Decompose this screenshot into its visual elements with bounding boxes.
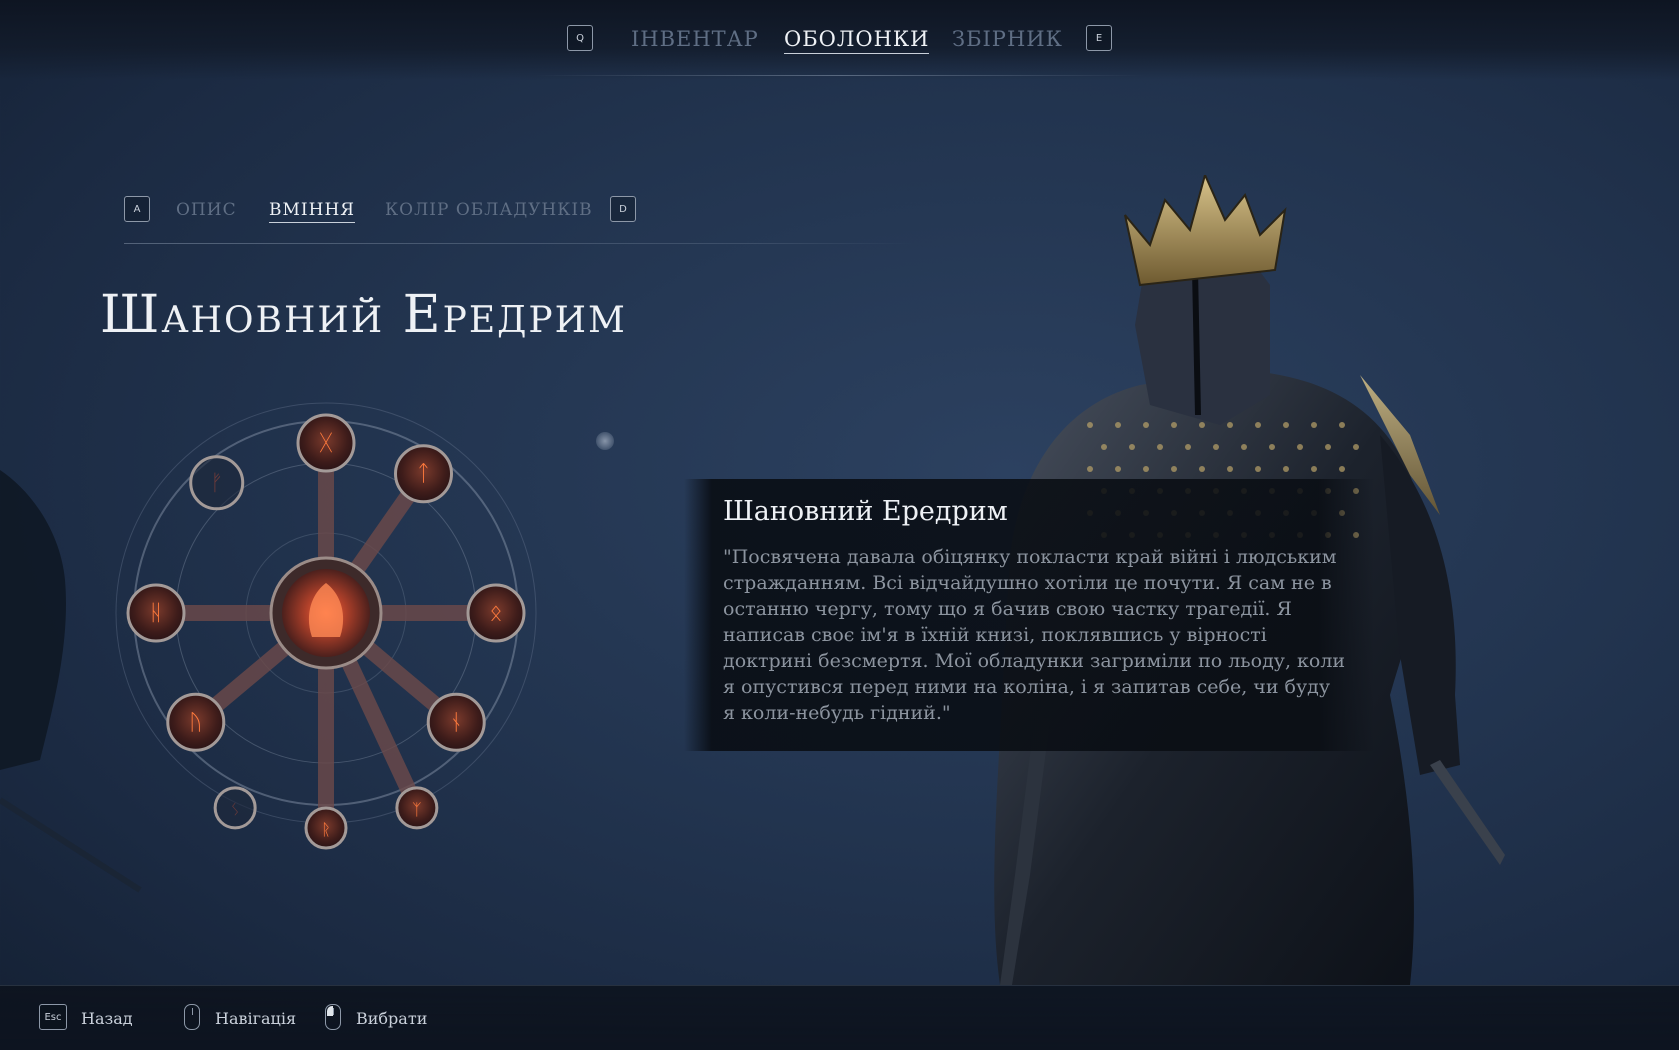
rune-glyph: ᚢ	[189, 710, 202, 735]
back-label[interactable]: Назад	[81, 1009, 133, 1028]
armor-stud	[1283, 466, 1289, 472]
armor-stud	[1311, 422, 1317, 428]
rune-node[interactable]: ᚠ	[189, 455, 245, 511]
knight-crown	[1124, 175, 1287, 287]
prev-subtab-key[interactable]: A	[124, 196, 150, 222]
armor-stud	[1101, 444, 1107, 450]
rune-node[interactable]: ᛊ	[213, 786, 257, 830]
armor-stud	[1227, 422, 1233, 428]
armor-stud	[1115, 422, 1121, 428]
rune-node[interactable]: ᚷ	[296, 413, 356, 473]
armor-stud	[1269, 444, 1275, 450]
armor-stud	[1115, 466, 1121, 472]
tab-collection[interactable]: ЗБІРНИК	[952, 27, 1063, 51]
rune-glyph: ᚱ	[321, 820, 331, 839]
navigation-label: Навігація	[215, 1009, 297, 1028]
armor-stud	[1353, 444, 1359, 450]
rune-glyph: ᛊ	[230, 800, 240, 819]
armor-stud	[1325, 444, 1331, 450]
armor-stud	[1087, 422, 1093, 428]
rune-glyph: ᚷ	[319, 431, 332, 456]
armor-stud	[1199, 422, 1205, 428]
rune-glyph: ᛉ	[412, 800, 422, 819]
character-name-title: Шановний Ередрим	[100, 285, 627, 345]
mouse-left-click-icon	[325, 1004, 341, 1030]
subtab-armor-color[interactable]: КОЛІР ОБЛАДУНКІВ	[385, 200, 593, 220]
armor-stud	[1171, 466, 1177, 472]
armor-stud	[1157, 444, 1163, 450]
next-tab-key[interactable]: E	[1086, 25, 1112, 51]
subtab-skills[interactable]: ВМІННЯ	[269, 200, 355, 223]
armor-stud	[1227, 466, 1233, 472]
rune-glyph: ᚠ	[210, 471, 223, 496]
rune-node[interactable]: ᛉ	[395, 786, 439, 830]
armor-stud	[1339, 422, 1345, 428]
armor-stud	[1185, 444, 1191, 450]
rune-node[interactable]: ᛟ	[466, 583, 526, 643]
rune-glyph: ᛟ	[489, 601, 502, 626]
tab-inventory[interactable]: ІНВЕНТАР	[631, 27, 759, 51]
description-title: Шановний Ередрим	[723, 496, 1008, 527]
rune-node[interactable]: ᚱ	[304, 806, 348, 850]
skill-rune-wheel: ᚷ ᛏ ᛟ ᚾ ᚢ ᚺ ᚠ ᚱ ᛉ ᛊ	[115, 402, 537, 850]
armor-stud	[1255, 422, 1261, 428]
armor-stud	[1199, 466, 1205, 472]
description-text: "Посвячена давала обіцянку покласти край…	[723, 546, 1346, 724]
subtab-description[interactable]: ОПИС	[176, 200, 237, 220]
armor-stud	[1171, 422, 1177, 428]
armor-stud	[1129, 444, 1135, 450]
armor-stud	[1213, 444, 1219, 450]
armor-stud	[1087, 466, 1093, 472]
rune-node[interactable]: ᚾ	[426, 692, 486, 752]
light-orb	[596, 432, 614, 450]
tab-skins[interactable]: ОБОЛОНКИ	[784, 27, 930, 54]
armor-stud	[1339, 466, 1345, 472]
esc-key[interactable]: Esc	[39, 1004, 67, 1030]
armor-stud	[1311, 466, 1317, 472]
rune-node[interactable]: ᚢ	[166, 692, 226, 752]
select-label[interactable]: Вибрати	[356, 1009, 427, 1028]
next-subtab-key[interactable]: D	[610, 196, 636, 222]
subnav-divider	[124, 243, 914, 244]
top-nav-divider	[535, 75, 1145, 76]
mouse-move-icon	[184, 1004, 200, 1030]
rune-glyph: ᚾ	[450, 710, 463, 735]
armor-stud	[1143, 422, 1149, 428]
prev-tab-key[interactable]: Q	[567, 25, 593, 51]
rune-node[interactable]: ᚺ	[126, 583, 186, 643]
armor-stud	[1297, 444, 1303, 450]
armor-stud	[1143, 466, 1149, 472]
armor-stud	[1255, 466, 1261, 472]
rune-node[interactable]: ᛏ	[394, 444, 454, 504]
armor-stud	[1241, 444, 1247, 450]
rune-glyph: ᚺ	[149, 601, 162, 626]
armor-stud	[1283, 422, 1289, 428]
rune-glyph: ᛏ	[417, 462, 430, 487]
